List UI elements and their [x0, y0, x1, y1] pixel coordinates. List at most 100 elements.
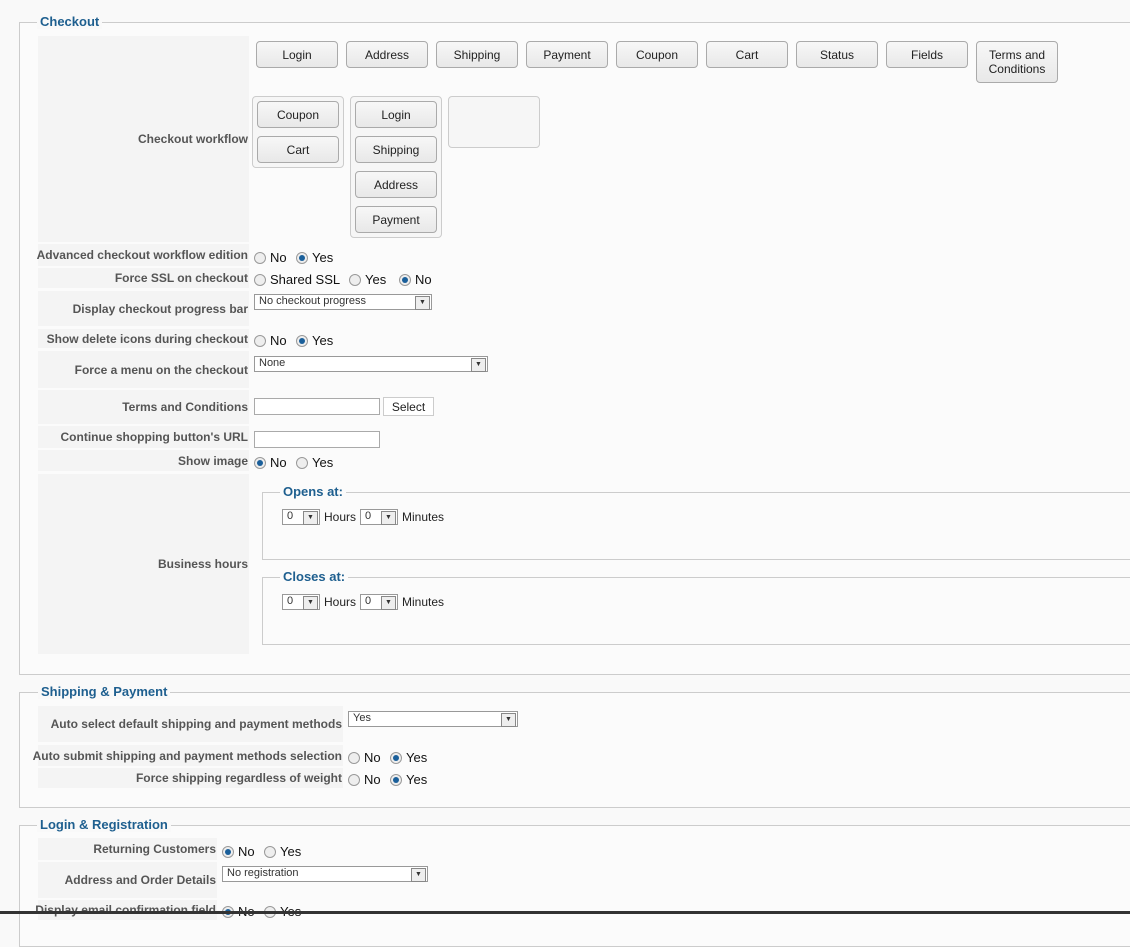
dropdown-arrow-icon: ▼ [381, 511, 396, 525]
email-confirmation-label: Display email confirmation field [35, 900, 217, 920]
radio-label: Shared SSL [270, 272, 341, 287]
auto-select-select[interactable]: Yes ▼ [348, 711, 518, 727]
group1-cart-button[interactable]: Cart [257, 136, 339, 163]
auto-submit-yes-radio[interactable]: Yes [390, 750, 427, 765]
business-hours-label: Business hours [38, 474, 249, 654]
radio-label: No [415, 272, 432, 287]
radio-label: No [238, 844, 255, 859]
delete-yes-radio[interactable]: Yes [296, 333, 333, 348]
step-address-button[interactable]: Address [346, 41, 428, 68]
group2-address-button[interactable]: Address [355, 171, 437, 198]
address-order-select[interactable]: No registration ▼ [222, 866, 428, 882]
opens-hours-select[interactable]: 0 ▼ [282, 509, 320, 525]
delete-icons-label: Show delete icons during checkout [38, 329, 249, 348]
step-coupon-button[interactable]: Coupon [616, 41, 698, 68]
ssl-shared-radio[interactable]: Shared SSL [254, 272, 340, 287]
progress-bar-label: Display checkout progress bar [38, 291, 249, 326]
advanced-no-radio[interactable]: No [254, 250, 287, 265]
force-shipping-no-radio[interactable]: No [348, 772, 381, 787]
login-registration-legend: Login & Registration [37, 817, 171, 832]
radio-label: No [364, 750, 381, 765]
force-menu-select[interactable]: None ▼ [254, 356, 488, 372]
radio-checked-icon [296, 334, 308, 347]
checkout-legend: Checkout [37, 14, 103, 29]
checkout-workflow-label: Checkout workflow [38, 36, 249, 242]
radio-icon [348, 773, 360, 786]
select-value: No registration [227, 867, 299, 879]
radio-icon [296, 456, 308, 469]
radio-icon [264, 845, 276, 858]
dropdown-arrow-icon: ▼ [303, 596, 318, 610]
advanced-yes-radio[interactable]: Yes [296, 250, 333, 265]
force-ssl-label: Force SSL on checkout [38, 268, 249, 288]
minutes-text: Minutes [402, 595, 445, 609]
returning-no-radio[interactable]: No [222, 844, 255, 859]
radio-icon [348, 751, 360, 764]
radio-label: No [270, 455, 287, 470]
dropdown-arrow-icon: ▼ [501, 713, 516, 727]
radio-checked-icon [222, 845, 234, 858]
step-cart-button[interactable]: Cart [706, 41, 788, 68]
closes-at-fieldset [262, 577, 1130, 645]
radio-label: Yes [280, 844, 302, 859]
radio-label: No [270, 333, 287, 348]
show-image-label: Show image [38, 450, 249, 471]
group2-payment-button[interactable]: Payment [355, 206, 437, 233]
dropdown-arrow-icon: ▼ [381, 596, 396, 610]
terms-select-button[interactable]: Select [383, 397, 434, 416]
force-menu-label: Force a menu on the checkout [38, 351, 249, 388]
hours-text: Hours [324, 510, 357, 524]
force-shipping-label: Force shipping regardless of weight [38, 768, 343, 788]
closes-hours-select[interactable]: 0 ▼ [282, 594, 320, 610]
radio-label: Yes [312, 250, 334, 265]
auto-submit-label: Auto submit shipping and payment methods… [33, 745, 343, 766]
radio-checked-icon [399, 273, 411, 286]
dropdown-arrow-icon: ▼ [411, 868, 426, 882]
radio-icon [254, 251, 266, 264]
dropdown-arrow-icon: ▼ [415, 296, 430, 310]
group1-coupon-button[interactable]: Coupon [257, 101, 339, 128]
step-payment-button[interactable]: Payment [526, 41, 608, 68]
step-fields-button[interactable]: Fields [886, 41, 968, 68]
terms-input[interactable] [254, 398, 380, 415]
image-yes-radio[interactable]: Yes [296, 455, 333, 470]
select-value: 0 [365, 510, 372, 522]
continue-url-label: Continue shopping button's URL [38, 426, 249, 448]
radio-label: No [364, 772, 381, 787]
force-shipping-yes-radio[interactable]: Yes [390, 772, 427, 787]
select-value: 0 [365, 595, 372, 607]
auto-submit-no-radio[interactable]: No [348, 750, 381, 765]
delete-no-radio[interactable]: No [254, 333, 287, 348]
ssl-yes-radio[interactable]: Yes [349, 272, 386, 287]
radio-label: No [270, 250, 287, 265]
advanced-workflow-label: Advanced checkout workflow edition [37, 244, 249, 266]
step-shipping-button[interactable]: Shipping [436, 41, 518, 68]
image-no-radio[interactable]: No [254, 455, 287, 470]
ssl-no-radio[interactable]: No [399, 272, 432, 287]
step-login-button[interactable]: Login [256, 41, 338, 68]
radio-label: Yes [312, 333, 334, 348]
group2-shipping-button[interactable]: Shipping [355, 136, 437, 163]
radio-checked-icon [296, 251, 308, 264]
opens-at-legend: Opens at: [280, 484, 346, 499]
radio-icon [254, 273, 266, 286]
returning-yes-radio[interactable]: Yes [264, 844, 301, 859]
returning-customers-label: Returning Customers [38, 838, 217, 860]
opens-at-fieldset [262, 492, 1130, 560]
closes-minutes-select[interactable]: 0 ▼ [360, 594, 398, 610]
dropdown-arrow-icon: ▼ [303, 511, 318, 525]
step-status-button[interactable]: Status [796, 41, 878, 68]
step-terms-button[interactable]: Terms and Conditions [976, 41, 1058, 83]
select-value: 0 [287, 595, 294, 607]
radio-label: Yes [406, 750, 428, 765]
workflow-empty-group[interactable] [448, 96, 540, 148]
dropdown-arrow-icon: ▼ [471, 358, 486, 372]
continue-url-input[interactable] [254, 431, 380, 448]
terms-label: Terms and Conditions [38, 390, 249, 424]
radio-label: Yes [406, 772, 428, 787]
shipping-payment-legend: Shipping & Payment [38, 684, 171, 699]
opens-minutes-select[interactable]: 0 ▼ [360, 509, 398, 525]
progress-bar-select[interactable]: No checkout progress ▼ [254, 294, 432, 310]
group2-login-button[interactable]: Login [355, 101, 437, 128]
radio-checked-icon [390, 751, 402, 764]
